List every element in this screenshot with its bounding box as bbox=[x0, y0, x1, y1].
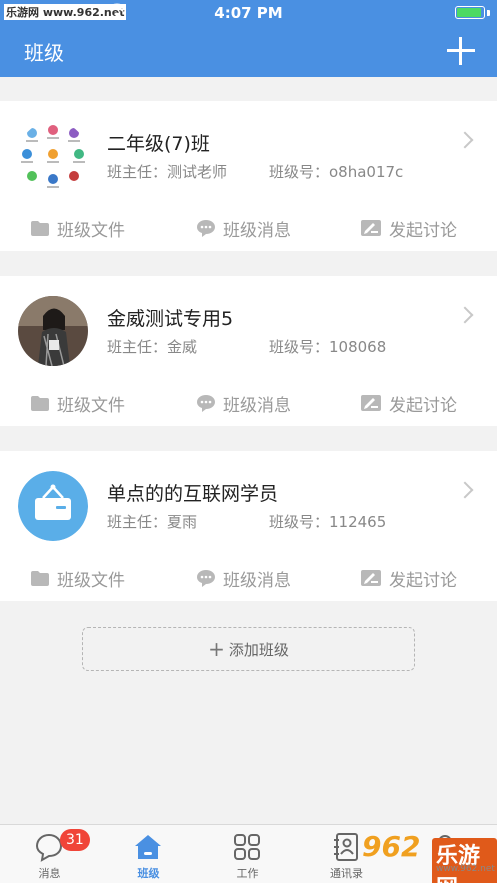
start-discussion-label: 发起讨论 bbox=[389, 220, 457, 241]
tab-label: 班级 bbox=[137, 867, 160, 880]
class-teacher: 班主任：测试老师 bbox=[107, 163, 228, 181]
class-files-label: 班级文件 bbox=[57, 395, 125, 416]
chevron-right-icon bbox=[456, 481, 474, 499]
tab-work[interactable]: 工作 bbox=[198, 825, 297, 883]
class-avatar bbox=[18, 296, 88, 366]
class-teacher: 班主任：夏雨 bbox=[107, 513, 198, 531]
message-bubble-icon bbox=[197, 219, 215, 237]
tab-messages[interactable]: 31 消息 bbox=[0, 825, 99, 883]
battery-icon bbox=[455, 6, 485, 19]
class-avatar bbox=[18, 121, 88, 191]
battery-tip bbox=[487, 10, 490, 16]
contacts-icon bbox=[334, 833, 358, 861]
folder-icon bbox=[31, 395, 49, 411]
folder-icon bbox=[31, 570, 49, 586]
start-discussion-label: 发起讨论 bbox=[389, 570, 457, 591]
grid-icon bbox=[234, 834, 260, 860]
class-messages-label: 班级消息 bbox=[223, 220, 291, 241]
class-card[interactable]: 单点的的互联网学员 班主任：夏雨 班级号：112465 班级文件 班级消息 发起… bbox=[0, 451, 497, 601]
chevron-right-icon bbox=[456, 131, 474, 149]
discussion-icon bbox=[361, 570, 381, 586]
chevron-right-icon bbox=[456, 306, 474, 324]
status-bar: 乐游网 www.962.net 4:07 PM bbox=[0, 0, 497, 25]
page-title: 班级 bbox=[24, 41, 64, 65]
class-files-label: 班级文件 bbox=[57, 570, 125, 591]
class-messages-label: 班级消息 bbox=[223, 570, 291, 591]
discussion-icon bbox=[361, 395, 381, 411]
message-bubble-icon bbox=[197, 394, 215, 412]
class-actions: 班级文件 班级消息 发起讨论 bbox=[0, 564, 497, 592]
plus-icon: + bbox=[208, 637, 225, 661]
start-discussion-button[interactable]: 发起讨论 bbox=[361, 214, 457, 242]
watermark-brand: 962 bbox=[362, 830, 421, 863]
status-time: 4:07 PM bbox=[214, 4, 283, 22]
message-bubble-icon bbox=[197, 569, 215, 587]
start-discussion-label: 发起讨论 bbox=[389, 395, 457, 416]
watermark-logo: 962 乐游网 www.962.net bbox=[362, 828, 497, 883]
class-code: 班级号：o8ha017c bbox=[269, 163, 404, 181]
member-collage-icon bbox=[18, 121, 88, 191]
class-teacher: 班主任：金威 bbox=[107, 338, 198, 356]
class-card[interactable]: 二年级(7)班 班主任：测试老师 班级号：o8ha017c 班级文件 班级消息 … bbox=[0, 101, 497, 251]
class-files-button[interactable]: 班级文件 bbox=[31, 214, 125, 242]
add-icon[interactable] bbox=[447, 37, 475, 65]
class-files-button[interactable]: 班级文件 bbox=[31, 564, 125, 592]
class-actions: 班级文件 班级消息 发起讨论 bbox=[0, 214, 497, 242]
watermark-cn: 乐游网 bbox=[432, 838, 497, 883]
class-messages-label: 班级消息 bbox=[223, 395, 291, 416]
tab-label: 消息 bbox=[38, 867, 61, 880]
class-avatar bbox=[18, 471, 88, 541]
class-name: 二年级(7)班 bbox=[107, 133, 210, 155]
class-code: 班级号：108068 bbox=[269, 338, 387, 356]
class-name: 单点的的互联网学员 bbox=[107, 483, 279, 505]
tab-label: 工作 bbox=[236, 867, 259, 880]
nav-bar: 班级 bbox=[0, 25, 497, 77]
watermark-url: www.962.net bbox=[436, 864, 495, 874]
class-actions: 班级文件 班级消息 发起讨论 bbox=[0, 389, 497, 417]
start-discussion-button[interactable]: 发起讨论 bbox=[361, 389, 457, 417]
class-code: 班级号：112465 bbox=[269, 513, 387, 531]
tab-class[interactable]: 班级 bbox=[99, 825, 198, 883]
class-files-button[interactable]: 班级文件 bbox=[31, 389, 125, 417]
class-card[interactable]: 金威测试专用5 班主任：金威 班级号：108068 班级文件 班级消息 发起讨论 bbox=[0, 276, 497, 426]
class-files-label: 班级文件 bbox=[57, 220, 125, 241]
class-default-icon bbox=[18, 471, 88, 541]
add-class-button[interactable]: + 添加班级 bbox=[82, 627, 415, 671]
class-name: 金威测试专用5 bbox=[107, 308, 234, 330]
start-discussion-button[interactable]: 发起讨论 bbox=[361, 564, 457, 592]
home-icon bbox=[135, 835, 161, 859]
class-messages-button[interactable]: 班级消息 bbox=[197, 214, 291, 242]
class-messages-button[interactable]: 班级消息 bbox=[197, 564, 291, 592]
folder-icon bbox=[31, 220, 49, 236]
discussion-icon bbox=[361, 220, 381, 236]
add-class-label: 添加班级 bbox=[228, 640, 289, 659]
unread-badge: 31 bbox=[60, 829, 90, 851]
photo-avatar-icon bbox=[18, 296, 88, 366]
class-messages-button[interactable]: 班级消息 bbox=[197, 389, 291, 417]
